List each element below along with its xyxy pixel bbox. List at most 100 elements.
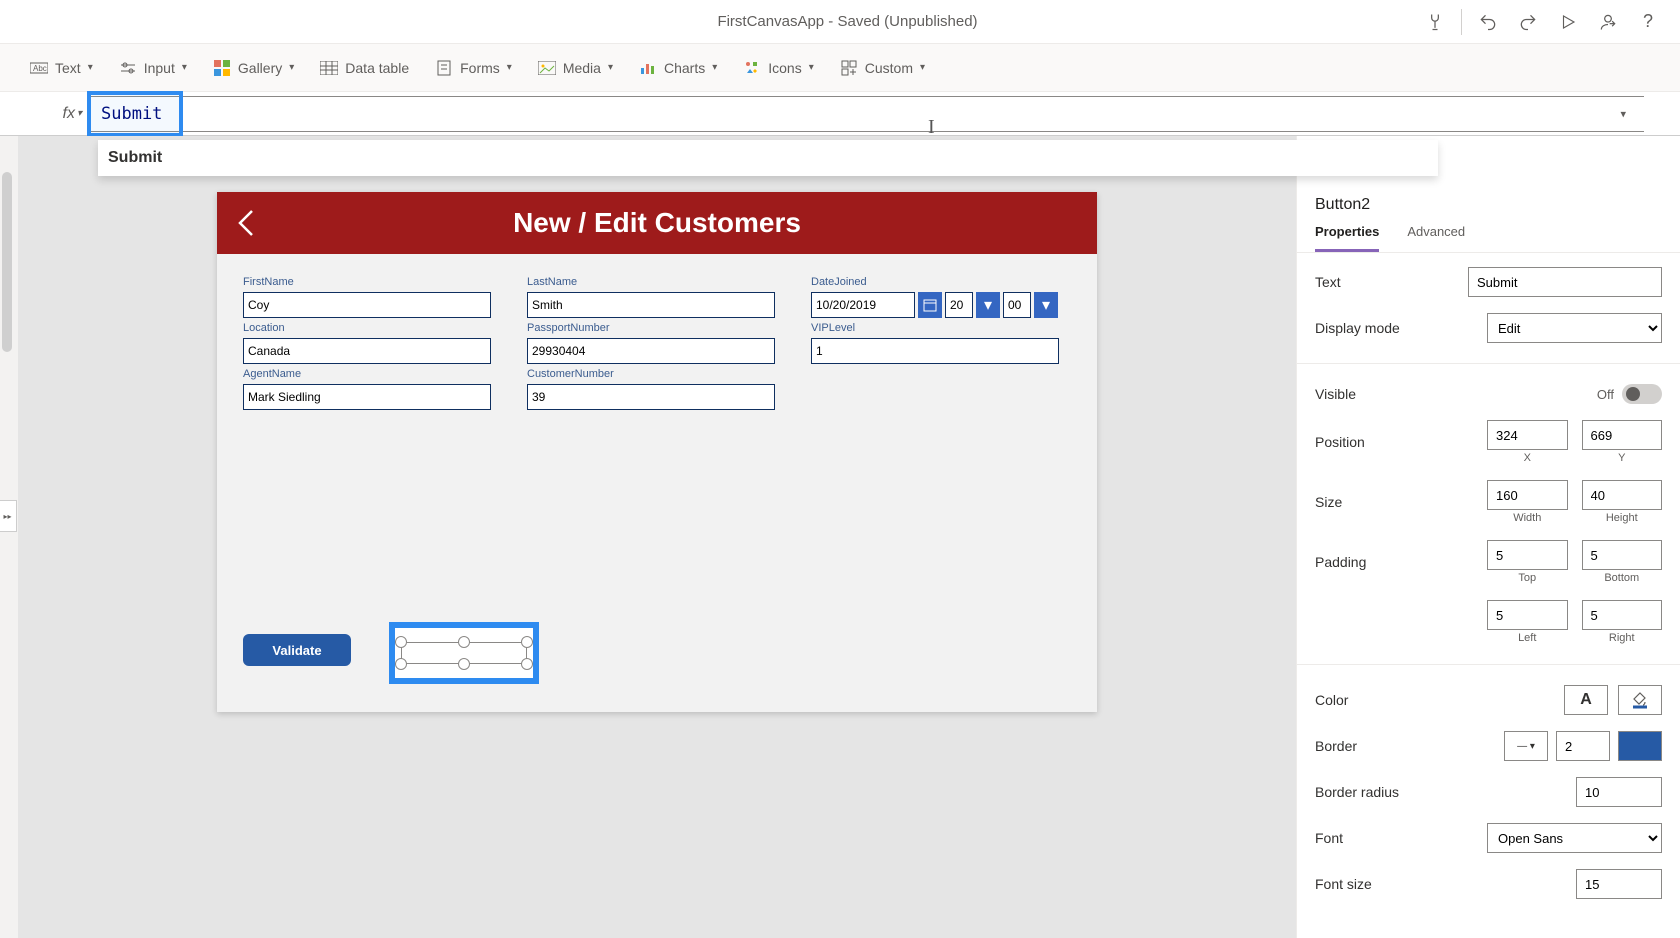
validate-button[interactable]: Validate [243, 634, 351, 666]
pad-top-input[interactable] [1487, 540, 1568, 570]
custno-input[interactable] [527, 384, 775, 410]
ribbon-forms[interactable]: Forms▾ [435, 59, 512, 77]
border-style-select[interactable]: — ▾ [1504, 731, 1548, 761]
location-card: Location [243, 322, 491, 364]
font-select[interactable]: Open Sans [1487, 823, 1662, 853]
formula-value: Submit [89, 104, 162, 124]
pad-left-sub: Left [1518, 632, 1536, 644]
prop-border-label: Border [1315, 738, 1487, 754]
intellisense-dropdown[interactable]: Submit [98, 140, 1438, 176]
pad-right-sub: Right [1609, 632, 1635, 644]
fontsize-input[interactable] [1576, 869, 1662, 899]
ribbon-custom[interactable]: Custom▾ [840, 59, 925, 77]
share-icon[interactable] [1588, 0, 1628, 44]
datejoined-label: DateJoined [811, 276, 1059, 288]
validate-button-label: Validate [272, 643, 321, 658]
canvas-area[interactable]: New / Edit Customers FirstName LastName … [18, 136, 1296, 938]
border-width-input[interactable] [1556, 731, 1610, 761]
intellisense-item[interactable]: Submit [108, 149, 162, 167]
app-header: New / Edit Customers [217, 192, 1097, 254]
pad-left-input[interactable] [1487, 600, 1568, 630]
app-checker-icon[interactable] [1415, 0, 1455, 44]
ribbon-media[interactable]: Media▾ [538, 59, 613, 77]
prop-displaymode-select[interactable]: Edit [1487, 313, 1662, 343]
ribbon-input-label: Input [144, 60, 175, 76]
date-input[interactable] [811, 292, 915, 318]
ribbon-input[interactable]: Input▾ [119, 59, 187, 77]
fx-label[interactable]: fx▾ [0, 105, 88, 123]
firstname-card: FirstName [243, 276, 491, 318]
firstname-input[interactable] [243, 292, 491, 318]
hour-input[interactable] [945, 292, 973, 318]
selection-handles [395, 628, 533, 678]
ribbon-datatable[interactable]: Data table [320, 59, 409, 77]
pad-bot-input[interactable] [1582, 540, 1663, 570]
position-x-input[interactable] [1487, 420, 1568, 450]
minute-input[interactable] [1003, 292, 1031, 318]
ribbon-icons-label: Icons [768, 60, 801, 76]
minute-chevron-down-icon[interactable]: ▾ [1034, 292, 1058, 318]
prop-displaymode: Display mode Edit [1315, 313, 1662, 343]
chevron-down-icon[interactable]: ▾ [1620, 107, 1626, 120]
icons-icon [743, 59, 761, 77]
x-sublabel: X [1524, 452, 1531, 464]
scrollbar-thumb[interactable] [2, 172, 12, 352]
prop-padding-2: Left Right [1315, 600, 1662, 644]
ribbon-icons[interactable]: Icons▾ [743, 59, 814, 77]
position-y-input[interactable] [1582, 420, 1663, 450]
prop-visible: Visible Off [1315, 384, 1662, 404]
undo-icon[interactable] [1468, 0, 1508, 44]
size-h-input[interactable] [1582, 480, 1663, 510]
help-icon[interactable]: ? [1628, 0, 1668, 44]
location-input[interactable] [243, 338, 491, 364]
calendar-icon[interactable] [918, 292, 942, 318]
lastname-input[interactable] [527, 292, 775, 318]
prop-position-label: Position [1315, 434, 1487, 450]
app-canvas: New / Edit Customers FirstName LastName … [217, 192, 1097, 712]
tab-properties[interactable]: Properties [1315, 224, 1379, 252]
y-sublabel: Y [1618, 452, 1625, 464]
formula-input-wrap[interactable]: Submit ▾ [88, 96, 1644, 132]
ribbon-text-label: Text [55, 60, 81, 76]
fill-color-button[interactable] [1618, 685, 1662, 715]
tab-advanced[interactable]: Advanced [1407, 224, 1465, 252]
prop-text-input[interactable] [1468, 267, 1662, 297]
prop-fontsize: Font size [1315, 869, 1662, 899]
pad-right-input[interactable] [1582, 600, 1663, 630]
agent-input[interactable] [243, 384, 491, 410]
text-cursor-icon: I [928, 116, 935, 139]
ribbon-charts[interactable]: Charts▾ [639, 59, 717, 77]
visible-toggle[interactable]: Off [1597, 384, 1662, 404]
ribbon-custom-label: Custom [865, 60, 913, 76]
lastname-label: LastName [527, 276, 775, 288]
hour-chevron-down-icon[interactable]: ▾ [976, 292, 1000, 318]
passport-input[interactable] [527, 338, 775, 364]
formula-bar: fx▾ Submit ▾ [0, 92, 1680, 136]
date-group: ▾ ▾ [811, 292, 1059, 318]
location-label: Location [243, 322, 491, 334]
title-bar: FirstCanvasApp - Saved (Unpublished) ? [0, 0, 1680, 44]
font-color-button[interactable]: A [1564, 685, 1608, 715]
custno-card: CustomerNumber [527, 368, 775, 410]
expand-formula-icon[interactable] [1650, 102, 1674, 126]
play-icon[interactable] [1548, 0, 1588, 44]
radius-input[interactable] [1576, 777, 1662, 807]
main-area: ▸▸ New / Edit Customers FirstName LastNa… [0, 136, 1680, 938]
prop-border: Border — ▾ [1315, 731, 1662, 761]
ribbon-text[interactable]: Abc Text▾ [30, 59, 93, 77]
size-w-input[interactable] [1487, 480, 1568, 510]
prop-size-label: Size [1315, 494, 1487, 510]
input-icon [119, 59, 137, 77]
expand-tree-handle[interactable]: ▸▸ [0, 500, 17, 532]
custom-icon [840, 59, 858, 77]
redo-icon[interactable] [1508, 0, 1548, 44]
viplevel-input[interactable] [811, 338, 1059, 364]
selected-button[interactable] [389, 622, 539, 684]
border-color-swatch[interactable] [1618, 731, 1662, 761]
ribbon-gallery[interactable]: Gallery▾ [213, 59, 294, 77]
prop-visible-label: Visible [1315, 386, 1487, 402]
prop-text: Text [1315, 267, 1662, 297]
svg-text:Abc: Abc [33, 64, 47, 73]
prop-color: Color A [1315, 685, 1662, 715]
visible-state: Off [1597, 387, 1614, 402]
